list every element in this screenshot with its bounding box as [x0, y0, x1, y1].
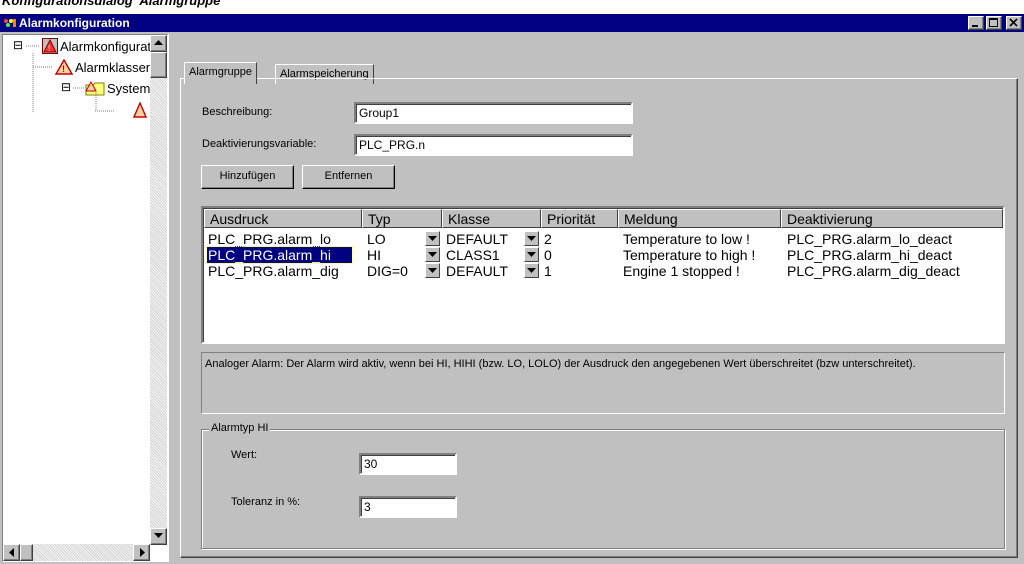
column-header-klasse[interactable]: Klasse	[442, 209, 541, 228]
chevron-left-icon	[9, 548, 14, 557]
alarmtyp-legend: Alarmtyp HI	[209, 422, 271, 434]
tree-item-system[interactable]: ⊟ System	[61, 79, 161, 97]
close-icon	[1009, 18, 1018, 27]
alarm-config-icon: !	[42, 38, 58, 54]
chevron-down-icon	[428, 236, 437, 241]
beschreibung-field[interactable]: Group1	[354, 102, 633, 124]
cell-prioritaet[interactable]: 1	[544, 263, 614, 279]
cell-ausdruck[interactable]: PLC_PRG.alarm_dig	[208, 263, 360, 279]
tree-item-alarmklassen[interactable]: ! Alarmklassen	[33, 58, 153, 76]
klasse-dropdown-button[interactable]	[524, 247, 539, 262]
column-header-ausdruck[interactable]: Ausdruck	[204, 209, 362, 228]
properties-pane: Alarmgruppe Alarmspeicherung Beschreibun…	[172, 34, 1024, 562]
cell-typ[interactable]: DIG=0	[367, 263, 421, 279]
alarm-class-icon: !	[55, 59, 73, 75]
svg-text:!: !	[62, 64, 65, 74]
tree-line	[95, 110, 115, 112]
svg-text:!: !	[48, 44, 50, 53]
wert-field[interactable]: 30	[359, 453, 457, 475]
collapse-toggle-icon[interactable]: ⊟	[61, 80, 71, 94]
chevron-up-icon	[154, 40, 163, 45]
alarm-type-description: Analoger Alarm: Der Alarm wird aktiv, we…	[201, 352, 1005, 414]
scroll-thumb[interactable]	[20, 544, 33, 561]
configuration-tree[interactable]: ⊟ ! Alarmkonfiguration ! Alarmklassen ⊟ …	[2, 34, 168, 562]
tree-line	[33, 66, 53, 68]
app-icon	[4, 19, 16, 27]
typ-dropdown-button[interactable]	[425, 231, 440, 246]
deaktivierungsvariable-field[interactable]: PLC_PRG.n	[354, 134, 633, 156]
tree-item-alarmkonfiguration[interactable]: ⊟ ! Alarmkonfiguration	[13, 37, 167, 55]
chevron-down-icon	[527, 268, 536, 273]
chevron-down-icon	[428, 252, 437, 257]
tree-line	[26, 45, 40, 47]
cell-klasse[interactable]: DEFAULT	[446, 263, 520, 279]
chevron-right-icon	[140, 548, 145, 557]
maximize-button[interactable]	[986, 16, 1002, 30]
document-caption: Konfigurationsdialog 'Alarmgruppe'	[2, 0, 224, 8]
remove-button[interactable]: Entfernen	[302, 165, 395, 189]
minimize-icon	[972, 25, 978, 27]
column-header-prioritaet[interactable]: Priorität	[541, 209, 618, 228]
toleranz-label: Toleranz in %:	[231, 496, 301, 508]
tree-item-alarmgruppe[interactable]	[95, 99, 155, 118]
scroll-left-button[interactable]	[3, 544, 20, 561]
maximize-icon	[989, 18, 998, 27]
cell-typ[interactable]: LO	[367, 231, 421, 247]
scroll-thumb[interactable]	[150, 52, 167, 78]
collapse-toggle-icon[interactable]: ⊟	[13, 38, 23, 52]
title-bar[interactable]: Alarmkonfiguration	[0, 14, 1024, 32]
cell-ausdruck[interactable]: PLC_PRG.alarm_lo	[208, 231, 360, 247]
cell-ausdruck[interactable]: PLC_PRG.alarm_hi	[206, 246, 353, 264]
cell-meldung[interactable]: Temperature to low !	[623, 231, 781, 247]
cell-deaktivierung[interactable]: PLC_PRG.alarm_lo_deact	[787, 231, 1003, 247]
tree-vertical-scrollbar[interactable]	[150, 35, 167, 545]
tab-alarmgruppe[interactable]: Alarmgruppe	[184, 62, 257, 84]
scroll-right-button[interactable]	[133, 544, 150, 561]
pane-splitter[interactable]	[168, 34, 171, 562]
add-button[interactable]: Hinzufügen	[201, 165, 294, 189]
typ-dropdown-button[interactable]	[425, 263, 440, 278]
alarmtyp-groupbox: Alarmtyp HI Wert: 30 Toleranz in %: 3	[201, 422, 1005, 549]
alarm-table[interactable]: Ausdruck Typ Klasse Priorität Meldung De…	[201, 206, 1005, 344]
cell-meldung[interactable]: Engine 1 stopped !	[623, 263, 781, 279]
column-header-typ[interactable]: Typ	[362, 209, 442, 228]
klasse-dropdown-button[interactable]	[524, 231, 539, 246]
beschreibung-label: Beschreibung:	[202, 106, 273, 118]
minimize-button[interactable]	[968, 16, 984, 30]
chevron-down-icon	[527, 252, 536, 257]
chevron-down-icon	[154, 533, 163, 538]
toleranz-field[interactable]: 3	[359, 496, 457, 518]
wert-label: Wert:	[231, 449, 258, 461]
cell-deaktivierung[interactable]: PLC_PRG.alarm_dig_deact	[787, 263, 1003, 279]
cell-klasse[interactable]: CLASS1	[446, 247, 520, 263]
close-button[interactable]	[1006, 16, 1022, 30]
tree-item-label: System	[107, 81, 151, 96]
tree-line	[73, 87, 85, 89]
cell-klasse[interactable]: DEFAULT	[446, 231, 520, 247]
typ-dropdown-button[interactable]	[425, 247, 440, 262]
column-header-deaktivierung[interactable]: Deaktivierung	[781, 209, 1003, 228]
window-title: Alarmkonfiguration	[19, 16, 130, 30]
alarm-configuration-window: Alarmkonfiguration ⊟ ! Alarmkonfiguratio…	[0, 14, 1024, 564]
scroll-down-button[interactable]	[150, 528, 167, 545]
cell-typ[interactable]: HI	[367, 247, 421, 263]
cell-deaktivierung[interactable]: PLC_PRG.alarm_hi_deact	[787, 247, 1003, 263]
chevron-down-icon	[428, 268, 437, 273]
deaktivierungsvariable-label: Deaktivierungsvariable:	[202, 138, 317, 150]
scroll-up-button[interactable]	[150, 35, 167, 52]
klasse-dropdown-button[interactable]	[524, 263, 539, 278]
cell-prioritaet[interactable]: 0	[544, 247, 614, 263]
alarm-group-icon	[133, 102, 147, 118]
cell-meldung[interactable]: Temperature to high !	[623, 247, 781, 263]
chevron-down-icon	[527, 236, 536, 241]
tree-item-label: Alarmklassen	[75, 60, 154, 75]
column-header-meldung[interactable]: Meldung	[618, 209, 781, 228]
tree-horizontal-scrollbar[interactable]	[3, 544, 150, 561]
cell-prioritaet[interactable]: 2	[544, 231, 614, 247]
